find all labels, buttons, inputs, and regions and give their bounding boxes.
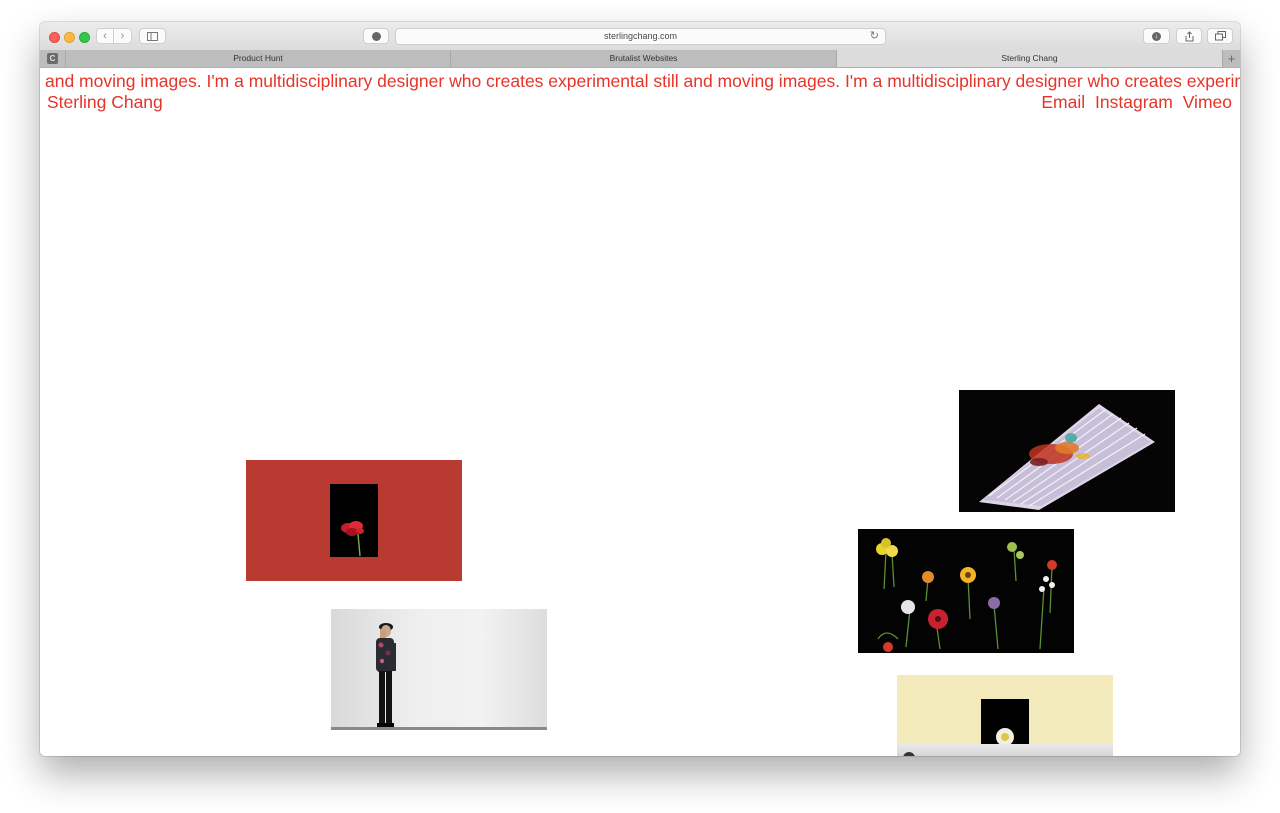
flower-inset	[330, 484, 378, 557]
portrait-image	[331, 623, 547, 730]
shield-icon	[371, 31, 381, 41]
zoom-window-button[interactable]	[79, 32, 90, 43]
pinned-tab-favicon: C	[47, 53, 58, 64]
url-text: sterlingchang.com	[603, 31, 678, 41]
chevron-left-icon: ‹	[103, 30, 107, 42]
forward-button[interactable]: ›	[114, 28, 132, 44]
email-link[interactable]: Email	[1041, 92, 1085, 112]
intro-marquee: and moving images. I'm a multidisciplina…	[45, 71, 1240, 91]
show-tabs-button[interactable]	[1207, 28, 1233, 44]
tabs-overview-icon	[1214, 31, 1226, 41]
privacy-report-button[interactable]	[363, 28, 389, 44]
red-flower-image	[341, 521, 364, 557]
pinned-tab[interactable]: C	[40, 50, 66, 67]
minimize-window-button[interactable]	[64, 32, 75, 43]
video-overlay-bar	[897, 744, 1113, 756]
project-thumbnail-yellow-flower[interactable]	[897, 675, 1113, 756]
reload-icon[interactable]: ↻	[870, 29, 879, 44]
play-icon[interactable]	[903, 752, 915, 756]
new-tab-button[interactable]: +	[1223, 50, 1240, 67]
tab-product-hunt[interactable]: Product Hunt	[66, 50, 451, 67]
browser-toolbar: ‹ › sterlingchang.com ↻ ↓	[40, 22, 1240, 51]
address-bar[interactable]: sterlingchang.com ↻	[395, 28, 886, 45]
social-links: Email Instagram Vimeo	[1036, 92, 1232, 112]
close-window-button[interactable]	[49, 32, 60, 43]
navigation-buttons: ‹ ›	[96, 28, 133, 44]
share-icon	[1185, 30, 1193, 41]
straws-image	[979, 404, 1155, 510]
browser-window: ‹ › sterlingchang.com ↻ ↓ C Product Hunt…	[40, 22, 1240, 756]
tab-sterling-chang[interactable]: Sterling Chang	[837, 50, 1223, 67]
back-button[interactable]: ‹	[96, 28, 114, 44]
download-icon: ↓	[1152, 31, 1161, 41]
share-button[interactable]	[1176, 28, 1202, 44]
tab-brutalist-websites[interactable]: Brutalist Websites	[451, 50, 837, 67]
sidebar-icon	[147, 31, 158, 41]
vimeo-link[interactable]: Vimeo	[1183, 92, 1232, 112]
project-thumbnail-red-flower[interactable]	[246, 460, 462, 581]
project-thumbnail-portrait[interactable]	[331, 609, 547, 730]
project-thumbnail-straws[interactable]	[959, 390, 1175, 512]
instagram-link[interactable]: Instagram	[1095, 92, 1173, 112]
chevron-right-icon: ›	[120, 30, 125, 42]
project-thumbnail-flowers[interactable]	[858, 529, 1074, 653]
downloads-button[interactable]: ↓	[1143, 28, 1170, 44]
page-content: and moving images. I'm a multidisciplina…	[40, 68, 1240, 756]
flowers-image	[876, 538, 1057, 652]
sidebar-toggle-button[interactable]	[139, 28, 166, 44]
site-name-link[interactable]: Sterling Chang	[47, 92, 163, 112]
tab-bar: C Product Hunt Brutalist Websites Sterli…	[40, 50, 1240, 68]
